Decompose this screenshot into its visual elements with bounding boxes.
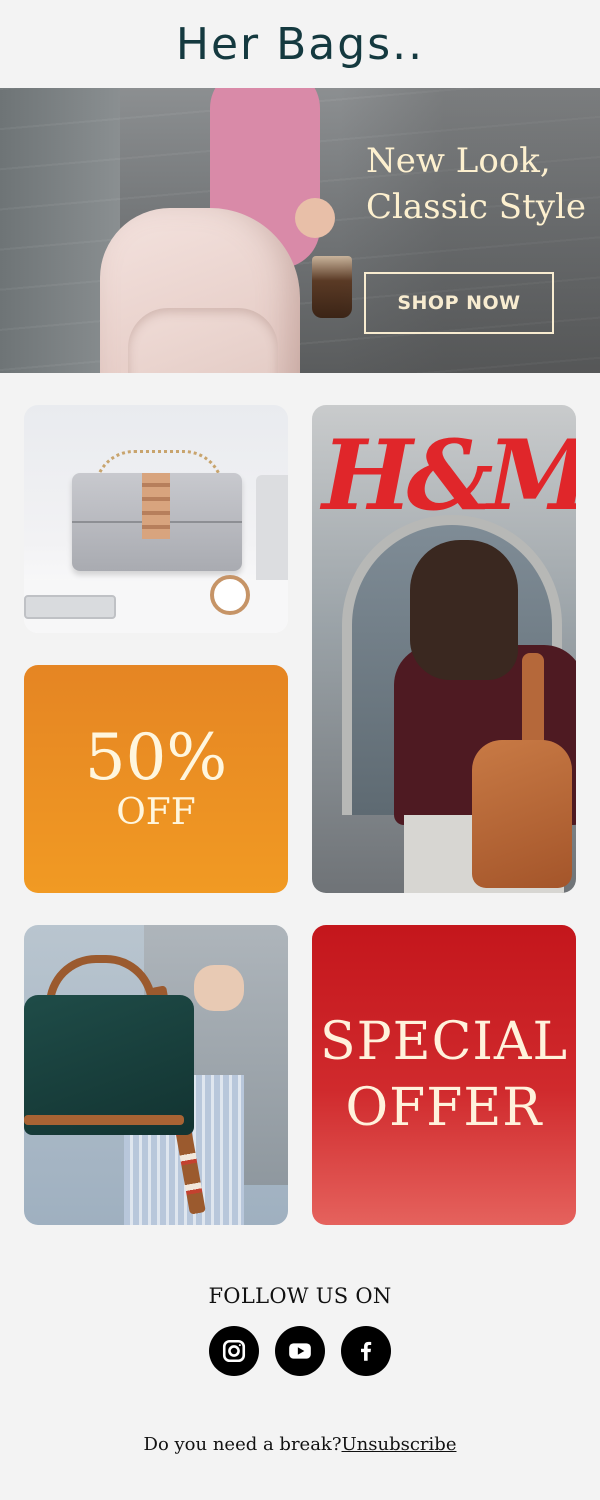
hero-model-hand (295, 198, 335, 238)
discount-label: OFF (116, 792, 196, 833)
youtube-icon[interactable] (275, 1326, 325, 1376)
brown-backpack (472, 740, 572, 888)
smartphone (24, 595, 116, 619)
model-hair (410, 540, 518, 680)
facebook-icon[interactable] (341, 1326, 391, 1376)
unsubscribe-line: Do you need a break?Unsubscribe (0, 1434, 600, 1455)
hero-headline-line1: New Look, (366, 141, 551, 181)
handbag-product-image[interactable] (24, 405, 288, 633)
unsubscribe-link[interactable]: Unsubscribe (342, 1434, 457, 1455)
hero-backpack-pocket (128, 308, 278, 373)
model-hand (194, 965, 244, 1011)
special-offer-tile[interactable]: SPECIAL OFFER (312, 925, 576, 1225)
special-offer-line1: SPECIAL (320, 1012, 568, 1072)
store-sign: H&M (322, 419, 576, 532)
tote-bag-image[interactable] (24, 925, 288, 1225)
backpack-store-image[interactable]: H&M (312, 405, 576, 893)
handbag-studs (142, 473, 170, 539)
instagram-icon[interactable] (209, 1326, 259, 1376)
follow-us-label: FOLLOW US ON (208, 1284, 392, 1308)
shop-now-button[interactable]: SHOP NOW (364, 272, 554, 334)
social-links (0, 1326, 600, 1376)
wristwatch (210, 575, 250, 615)
brand-title: Her Bags.. (175, 18, 425, 70)
background-box (256, 475, 288, 595)
hero-headline: New Look, Classic Style (366, 138, 596, 230)
discount-percent: 50% (84, 721, 228, 795)
tote-trim (24, 1115, 184, 1125)
green-tote-bag (24, 995, 194, 1135)
hero-headline-line2: Classic Style (366, 187, 586, 227)
special-offer-line2: OFFER (345, 1078, 543, 1138)
discount-tile[interactable]: 50% OFF (24, 665, 288, 893)
break-text: Do you need a break? (143, 1434, 342, 1455)
